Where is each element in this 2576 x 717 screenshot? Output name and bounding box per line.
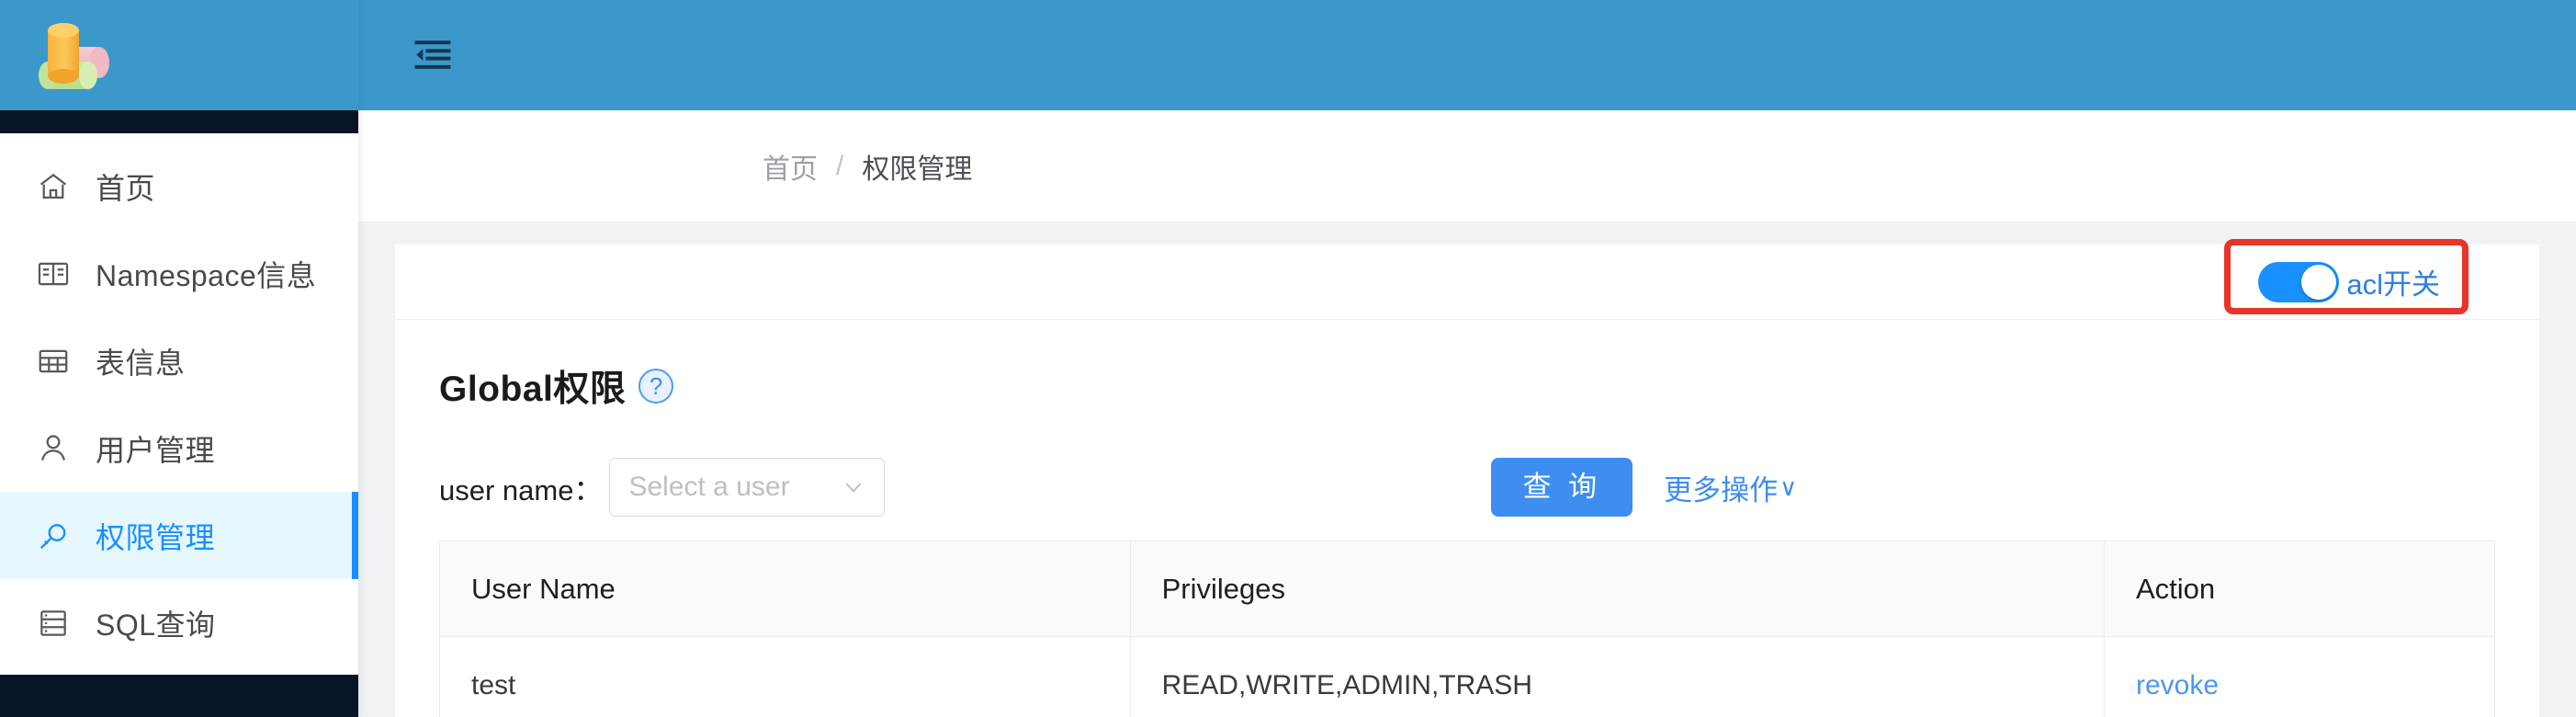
database-cylinders-logo [28,14,129,97]
column-header-user-name: User Name [439,541,1131,637]
sidebar-item-label: Namespace信息 [96,258,317,292]
acl-switch[interactable] [2258,261,2340,302]
user-name-label: user name： [439,473,603,506]
sidebar-item-sql[interactable]: SQL查询 [0,579,358,666]
sidebar-bottom-bar [0,675,358,717]
main-area: 首页 / 权限管理 acl开关 Global权限 ? user name： Se… [358,0,2576,717]
column-header-privileges: Privileges [1129,541,2105,637]
privileges-table: User Name Privileges Action test READ,WR… [439,541,2496,717]
database-list-icon [35,605,72,642]
more-operations-dropdown[interactable]: 更多操作 ∨ [1664,467,1797,508]
user-icon [35,430,72,467]
sidebar-item-label: 用户管理 [96,433,216,467]
question-circle-icon[interactable]: ? [638,369,674,404]
user-select[interactable]: Select a user [609,458,886,517]
content-area: acl开关 Global权限 ? user name： Select a use… [358,222,2576,717]
sidebar: 首页 Namespace信息 表信息 用户管理 权限管理 SQL查询 [0,0,358,717]
acl-toggle-row: acl开关 [395,239,2539,320]
column-header-action: Action [2103,541,2496,637]
sidebar-item-label: 权限管理 [96,520,216,554]
breadcrumb-separator: / [836,150,844,181]
page-title: Global权限 [439,370,627,409]
sidebar-item-label: 表信息 [96,346,186,380]
revoke-link[interactable]: revoke [2136,670,2219,700]
logo-area [0,0,358,110]
permissions-card: acl开关 Global权限 ? user name： Select a use… [395,239,2539,717]
section-header: Global权限 ? [395,320,2539,412]
sidebar-top-divider [0,110,358,133]
acl-switch-label: acl开关 [2346,268,2440,301]
breadcrumb-home[interactable]: 首页 [763,146,818,187]
acl-toggle-group[interactable]: acl开关 [2258,261,2440,302]
filter-form-row: user name： Select a user 查 询 更多操作 ∨ [395,412,2539,517]
key-search-icon [35,518,72,554]
table-icon [35,343,72,380]
more-operations-label: 更多操作 [1664,473,1779,506]
breadcrumb: 首页 / 权限管理 [358,110,2576,222]
sidebar-item-label: SQL查询 [96,608,216,642]
sidebar-item-home[interactable]: 首页 [0,142,358,230]
cell-privileges: READ,WRITE,ADMIN,TRASH [1129,636,2105,717]
table-header-row: User Name Privileges Action [439,541,2496,637]
table-row: test READ,WRITE,ADMIN,TRASH revoke [439,636,2496,717]
sidebar-menu: 首页 Namespace信息 表信息 用户管理 权限管理 SQL查询 [0,133,358,675]
sidebar-item-namespace[interactable]: Namespace信息 [0,230,358,317]
sidebar-item-users[interactable]: 用户管理 [0,404,358,492]
book-icon [35,256,72,292]
sidebar-item-tables[interactable]: 表信息 [0,317,358,404]
query-button[interactable]: 查 询 [1491,458,1633,517]
user-select-placeholder: Select a user [628,472,790,502]
cell-action: revoke [2103,636,2496,717]
menu-fold-icon[interactable] [409,31,457,79]
app-root: 首页 Namespace信息 表信息 用户管理 权限管理 SQL查询 首页 / … [0,0,2576,717]
privileges-table-wrap: User Name Privileges Action test READ,WR… [395,517,2539,717]
top-header-bar [358,0,2576,110]
chevron-down-icon [842,475,865,499]
acl-switch-knob [2301,264,2337,300]
sidebar-item-permissions[interactable]: 权限管理 [0,492,358,579]
chevron-down-icon: ∨ [1779,472,1798,501]
sidebar-item-label: 首页 [96,171,156,205]
breadcrumb-current: 权限管理 [862,154,973,185]
home-icon [35,168,72,205]
cell-user-name: test [439,636,1131,717]
